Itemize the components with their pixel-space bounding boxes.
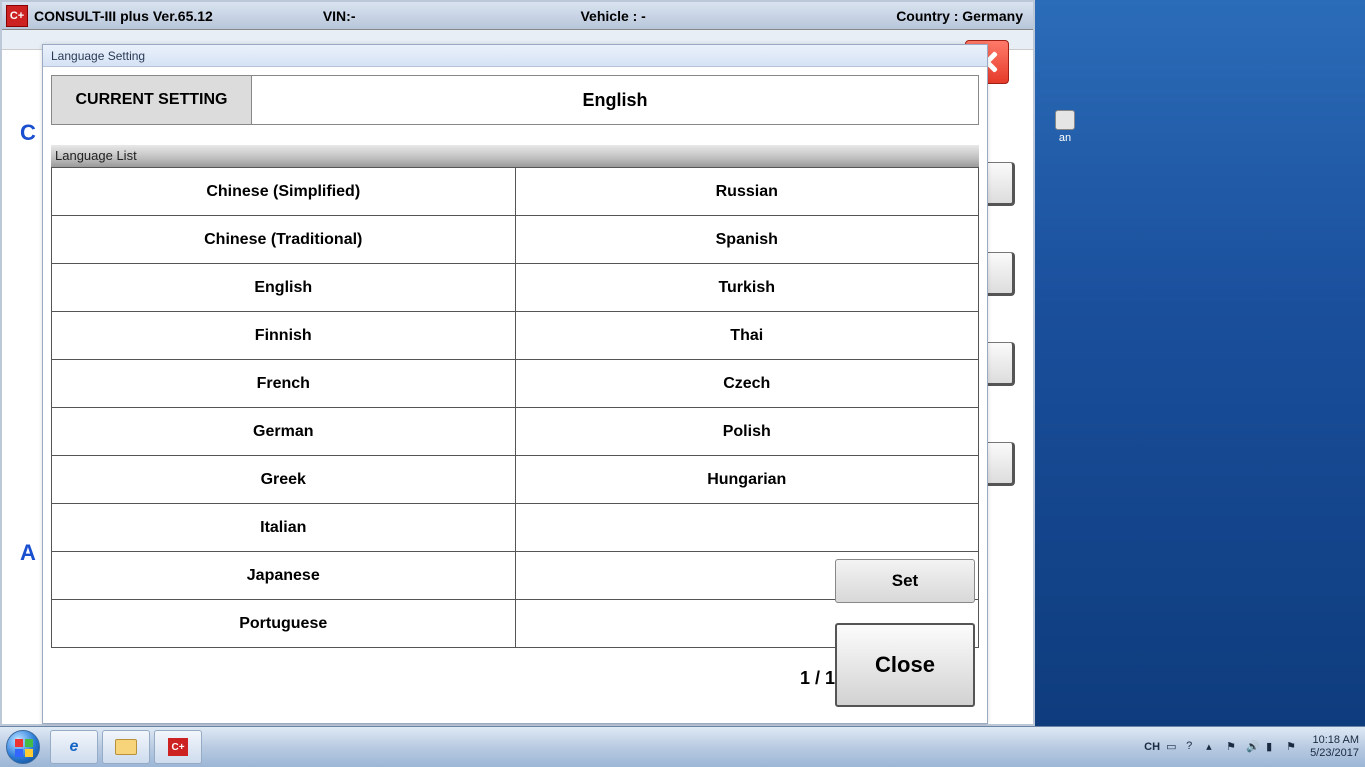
current-setting-row: CURRENT SETTING English xyxy=(51,75,979,125)
language-option[interactable]: Turkish xyxy=(515,263,979,311)
language-option[interactable]: Spanish xyxy=(515,215,979,263)
tray-volume-icon[interactable]: 🔊 xyxy=(1246,740,1260,754)
language-option[interactable]: German xyxy=(52,407,515,455)
language-option[interactable]: Hungarian xyxy=(515,455,979,503)
tray-language-indicator[interactable]: CH xyxy=(1144,741,1160,753)
desktop-icon-label: an xyxy=(1059,132,1071,144)
language-list-header: Language List xyxy=(51,145,979,167)
language-row: GreekHungarian xyxy=(52,455,978,503)
language-option[interactable]: Thai xyxy=(515,311,979,359)
language-row: FinnishThai xyxy=(52,311,978,359)
consult-icon: C+ xyxy=(168,738,188,756)
vehicle-label: Vehicle : - xyxy=(580,8,645,24)
page-indicator: 1 / 1 xyxy=(800,668,835,689)
language-row: Italian xyxy=(52,503,978,551)
vin-label: VIN:- xyxy=(323,8,356,24)
language-option[interactable]: Russian xyxy=(515,167,979,215)
language-row: EnglishTurkish xyxy=(52,263,978,311)
language-row: FrenchCzech xyxy=(52,359,978,407)
current-setting-value: English xyxy=(252,76,978,124)
tray-date: 5/23/2017 xyxy=(1310,747,1359,760)
language-cell-empty xyxy=(515,503,979,551)
language-option[interactable]: Greek xyxy=(52,455,515,503)
taskbar-consult-button[interactable]: C+ xyxy=(154,730,202,764)
start-button[interactable] xyxy=(0,727,46,767)
language-option[interactable]: Portuguese xyxy=(52,599,515,647)
tray-clock[interactable]: 10:18 AM 5/23/2017 xyxy=(1310,734,1359,760)
desktop-icon-glyph xyxy=(1055,110,1075,130)
tray-shield-icon[interactable]: ⚑ xyxy=(1286,740,1300,754)
language-row: Chinese (Simplified)Russian xyxy=(52,167,978,215)
language-option[interactable]: Chinese (Simplified) xyxy=(52,167,515,215)
tray-chevron-up-icon[interactable]: ▴ xyxy=(1206,740,1220,754)
app-window: C+ CONSULT-III plus Ver.65.12 VIN:- Vehi… xyxy=(0,0,1035,726)
language-option[interactable]: Polish xyxy=(515,407,979,455)
system-tray: CH ▭ ? ▴ ⚑ 🔊 ▮ ⚑ 10:18 AM 5/23/2017 xyxy=(1144,734,1365,760)
language-option[interactable]: English xyxy=(52,263,515,311)
bg-heading-c: C xyxy=(20,120,36,146)
taskbar: C+ CH ▭ ? ▴ ⚑ 🔊 ▮ ⚑ 10:18 AM 5/23/2017 xyxy=(0,726,1365,767)
taskbar-ie-button[interactable] xyxy=(50,730,98,764)
app-header: C+ CONSULT-III plus Ver.65.12 VIN:- Vehi… xyxy=(2,2,1033,30)
dialog-title: Language Setting xyxy=(43,45,987,67)
dialog-action-column: Set Close xyxy=(835,559,975,707)
tray-time: 10:18 AM xyxy=(1310,734,1359,747)
language-option[interactable]: Finnish xyxy=(52,311,515,359)
language-option[interactable]: Italian xyxy=(52,503,515,551)
desktop-icon[interactable]: an xyxy=(1035,110,1095,144)
set-button[interactable]: Set xyxy=(835,559,975,603)
language-row: Chinese (Traditional)Spanish xyxy=(52,215,978,263)
tray-network-icon[interactable]: ▮ xyxy=(1266,740,1280,754)
app-title: CONSULT-III plus xyxy=(34,8,149,24)
tray-battery-icon[interactable]: ▭ xyxy=(1166,740,1180,754)
language-row: GermanPolish xyxy=(52,407,978,455)
close-button[interactable]: Close xyxy=(835,623,975,707)
language-option[interactable]: Czech xyxy=(515,359,979,407)
windows-logo-icon xyxy=(6,730,40,764)
tray-help-icon[interactable]: ? xyxy=(1186,740,1200,754)
language-option[interactable]: Japanese xyxy=(52,551,515,599)
country-label: Country : Germany xyxy=(896,8,1023,24)
language-option[interactable]: Chinese (Traditional) xyxy=(52,215,515,263)
taskbar-explorer-button[interactable] xyxy=(102,730,150,764)
app-icon: C+ xyxy=(6,5,28,27)
tray-action-center-icon[interactable]: ⚑ xyxy=(1226,740,1240,754)
app-version: Ver.65.12 xyxy=(153,8,213,24)
bg-heading-a: A xyxy=(20,540,36,566)
folder-icon xyxy=(115,739,137,755)
language-setting-dialog: Language Setting CURRENT SETTING English… xyxy=(42,44,988,724)
current-setting-label: CURRENT SETTING xyxy=(52,76,252,124)
language-option[interactable]: French xyxy=(52,359,515,407)
